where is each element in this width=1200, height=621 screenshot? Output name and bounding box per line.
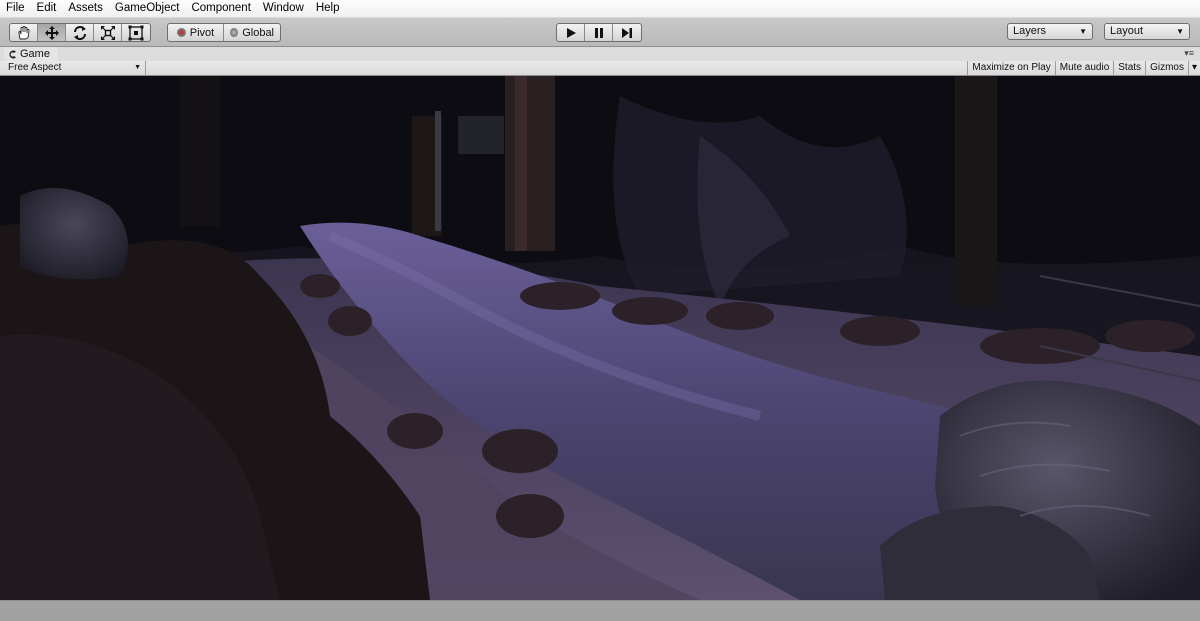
tab-menu-icon[interactable]: ▾≡	[1184, 47, 1194, 59]
forest-scene-image	[0, 76, 1200, 600]
game-view-toolbar: Free Aspect ▼ Maximize on Play Mute audi…	[0, 61, 1200, 76]
aspect-dropdown[interactable]: Free Aspect ▼	[0, 61, 146, 75]
stats-toggle[interactable]: Stats	[1113, 61, 1145, 75]
menu-window[interactable]: Window	[257, 0, 310, 17]
rotate-icon	[73, 25, 86, 40]
menu-file[interactable]: File	[0, 0, 31, 17]
globe-icon	[230, 28, 239, 37]
layers-label: Layers	[1013, 25, 1047, 37]
aspect-label: Free Aspect	[8, 62, 62, 73]
menu-gameobject[interactable]: GameObject	[109, 0, 186, 17]
dropdown-arrow-icon: ▼	[134, 64, 141, 71]
pivot-global-group: Pivot Global	[167, 23, 281, 42]
move-tool-button[interactable]	[38, 24, 66, 41]
layers-dropdown[interactable]: Layers ▼	[1007, 23, 1093, 40]
pause-icon	[594, 27, 603, 38]
hand-tool-button[interactable]	[10, 24, 38, 41]
game-tab-icon	[9, 50, 16, 58]
pivot-toggle[interactable]: Pivot	[168, 24, 224, 41]
move-arrows-icon	[44, 25, 59, 40]
game-viewport[interactable]	[0, 76, 1200, 600]
status-bar	[0, 600, 1200, 621]
scale-tool-button[interactable]	[94, 24, 122, 41]
gizmos-dropdown[interactable]: Gizmos	[1145, 61, 1188, 75]
tab-game-label: Game	[20, 48, 50, 60]
rect-icon	[128, 25, 144, 40]
step-icon	[622, 27, 632, 38]
tab-bar: Game ▾≡	[0, 47, 1200, 61]
tab-game[interactable]: Game	[4, 47, 58, 61]
mute-audio-toggle[interactable]: Mute audio	[1054, 61, 1113, 75]
toolbar: Pivot Global Layers ▼ Layout ▼	[0, 18, 1200, 47]
rect-tool-button[interactable]	[122, 24, 150, 41]
transform-tools	[9, 23, 151, 42]
gizmos-arrow-icon[interactable]: ▾	[1187, 61, 1200, 75]
global-label: Global	[242, 26, 274, 39]
dropdown-arrow-icon: ▼	[1176, 27, 1184, 36]
pause-button[interactable]	[585, 24, 613, 41]
game-view-buttons: Maximize on Play Mute audio Stats Gizmos…	[967, 61, 1200, 75]
menu-assets[interactable]: Assets	[62, 0, 109, 17]
layout-dropdown[interactable]: Layout ▼	[1104, 23, 1190, 40]
step-button[interactable]	[613, 24, 641, 41]
hand-icon	[17, 25, 29, 39]
play-icon	[566, 27, 576, 38]
global-toggle[interactable]: Global	[224, 24, 280, 41]
pivot-icon	[176, 28, 186, 37]
play-button[interactable]	[557, 24, 585, 41]
pivot-label: Pivot	[189, 26, 215, 39]
maximize-on-play-toggle[interactable]: Maximize on Play	[967, 61, 1054, 75]
dropdown-arrow-icon: ▼	[1079, 27, 1087, 36]
menu-component[interactable]: Component	[185, 0, 256, 17]
layout-label: Layout	[1110, 25, 1144, 37]
rotate-tool-button[interactable]	[66, 24, 94, 41]
playback-controls	[556, 23, 642, 42]
menu-help[interactable]: Help	[310, 0, 346, 17]
menu-edit[interactable]: Edit	[31, 0, 63, 17]
menu-bar: File Edit Assets GameObject Component Wi…	[0, 0, 1200, 18]
scale-icon	[100, 25, 115, 40]
